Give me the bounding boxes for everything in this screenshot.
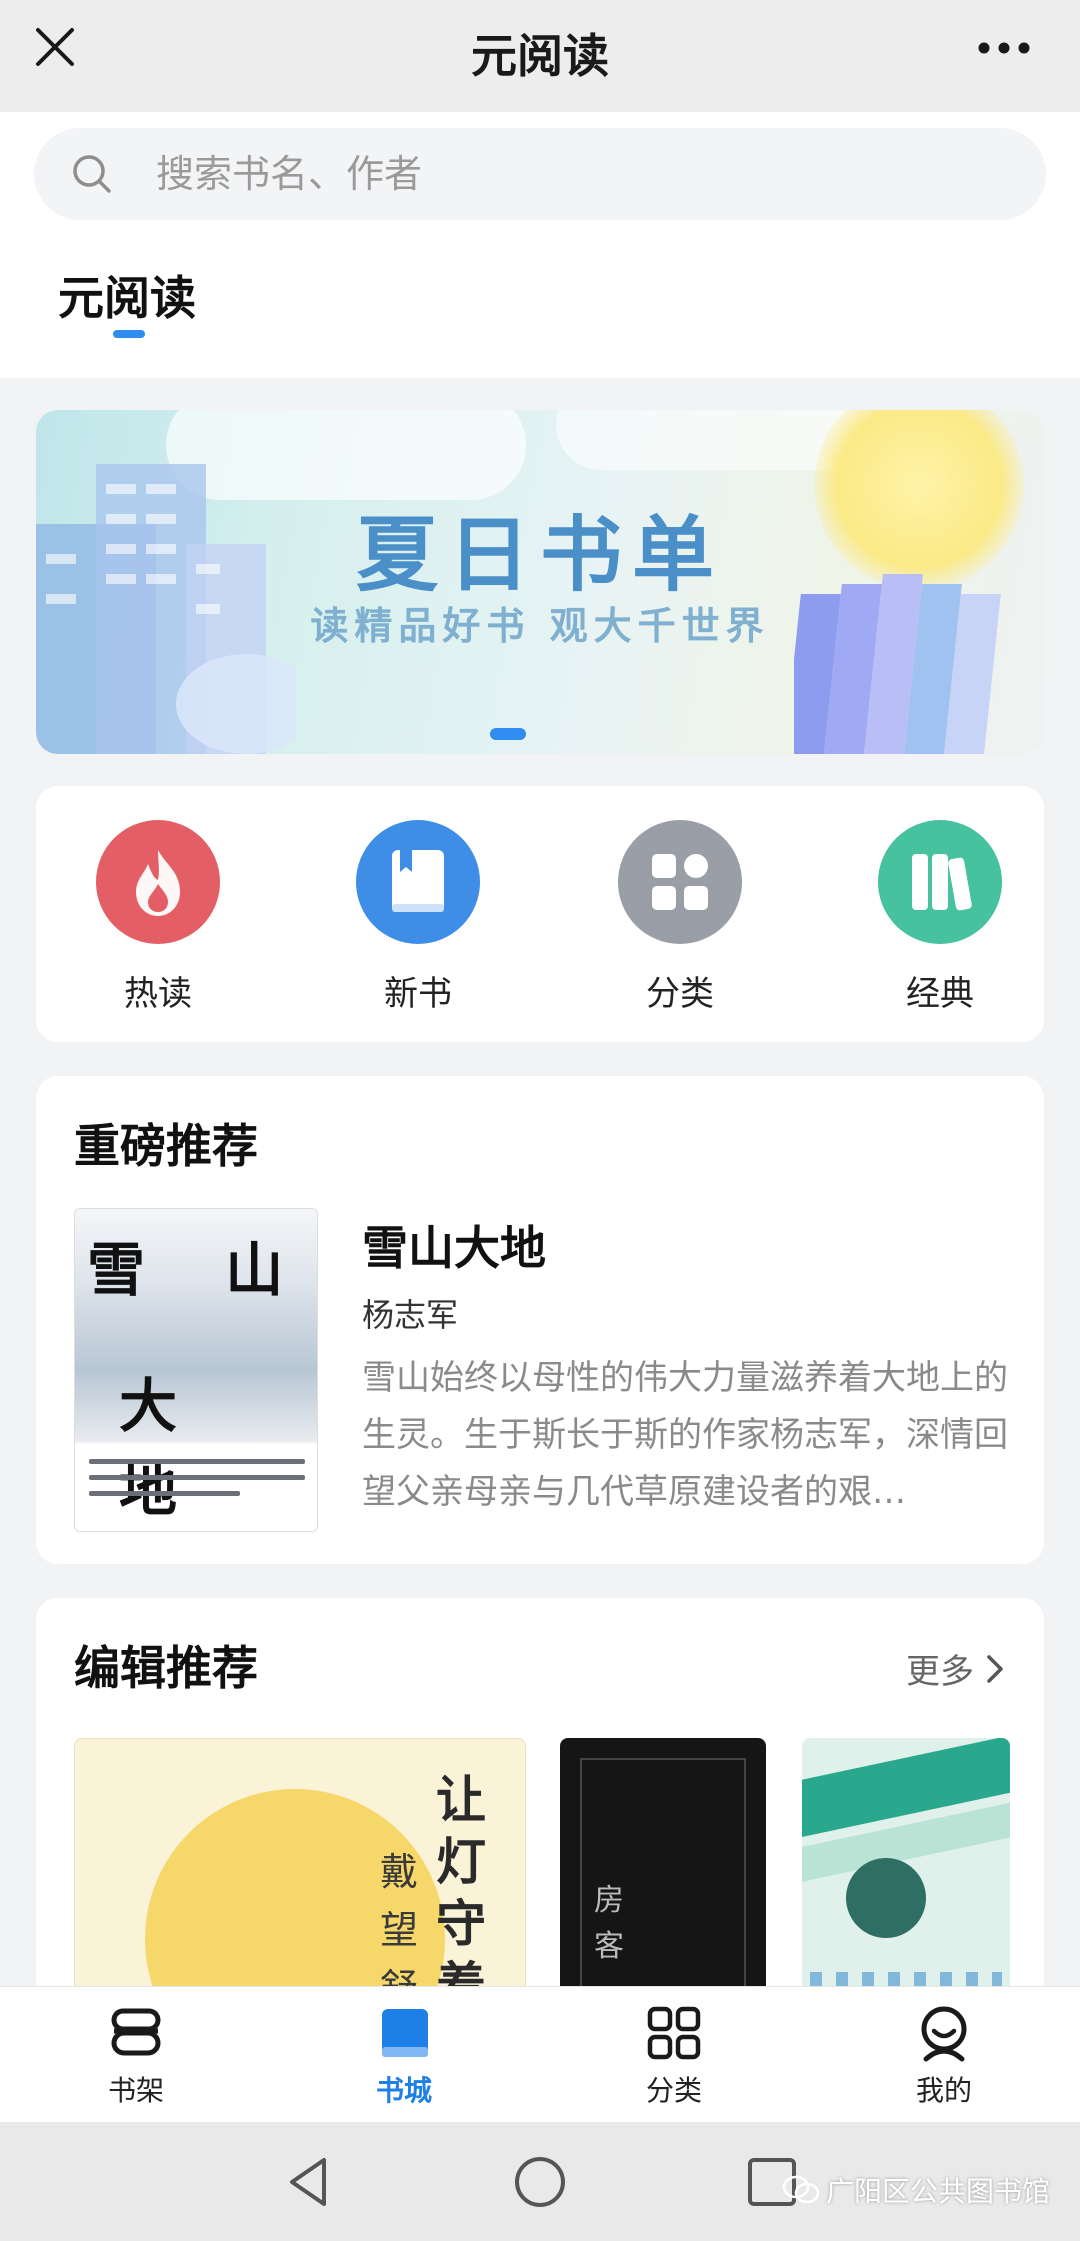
watermark: 广阳区公共图书馆 (782, 2170, 1050, 2210)
section-title: 重磅推荐 (74, 1119, 258, 1173)
search-input[interactable] (156, 128, 1016, 220)
more-label: 更多 (906, 1652, 974, 1692)
book-cover[interactable] (802, 1738, 1010, 2018)
editor-picks-section: 编辑推荐 更多 让灯守着 戴望舒 房客 (36, 1598, 1044, 2018)
page-title: 元阅读 (471, 29, 609, 83)
cover-title: 房客 (594, 1883, 624, 1964)
tab-category[interactable]: 分类 (614, 2003, 734, 2109)
cover-leaf-decoration (846, 1858, 926, 1938)
cover-title-top: 雪 山 (87, 1236, 314, 1304)
search-bar[interactable] (34, 128, 1046, 220)
back-icon[interactable] (280, 2152, 340, 2212)
category-grid-icon (647, 2006, 701, 2060)
quick-entry-category[interactable]: 分类 (610, 820, 750, 1015)
book-cover[interactable]: 房客 (560, 1738, 766, 2018)
cover-text-lines (89, 1459, 305, 1507)
tab-bookstore[interactable]: 书城 (344, 2003, 464, 2109)
more-link[interactable]: 更多 (906, 1644, 1004, 1693)
book-cover[interactable]: 让灯守着 戴望舒 (74, 1738, 526, 2018)
quick-entry-classic[interactable]: 经典 (870, 820, 1010, 1015)
quick-entry-label: 分类 (646, 974, 714, 1014)
quick-entry-label: 热读 (124, 974, 192, 1014)
banner-dot-active (490, 728, 526, 740)
title-bar: 元阅读 (0, 0, 1080, 112)
featured-section: 重磅推荐 雪 山 大 地 雪山大地 杨志军 雪山始终以母性的伟大力量滋养着大地上… (36, 1076, 1044, 1564)
banner-pagination (490, 728, 526, 740)
watermark-text: 广阳区公共图书馆 (825, 2175, 1050, 2208)
book-icon (356, 820, 480, 944)
more-options-icon[interactable] (976, 40, 1032, 56)
home-icon[interactable] (510, 2152, 570, 2212)
grid-icon (618, 820, 742, 944)
tab-label: 我的 (915, 2074, 972, 2107)
quick-entry-label: 新书 (384, 974, 452, 1014)
tab-yuanyuedu[interactable]: 元阅读 (58, 262, 196, 328)
book-author: 杨志军 (362, 1296, 459, 1334)
chevron-right-icon (987, 1654, 1003, 1683)
book-description: 雪山始终以母性的伟大力量滋养着大地上的生灵。生于斯长于斯的作家杨志军，深情回望父… (362, 1358, 1008, 1512)
wechat-icon (782, 2175, 820, 2204)
books-shelf-icon (878, 820, 1002, 944)
quick-entry-new[interactable]: 新书 (348, 820, 488, 1015)
quick-entry-label: 经典 (906, 974, 974, 1014)
tab-label: 分类 (645, 2074, 702, 2107)
tab-label: 书架 (107, 2074, 164, 2107)
tab-active-indicator (113, 330, 145, 338)
banner-headline: 夏日书单 (355, 507, 724, 603)
section-title: 编辑推荐 (74, 1641, 258, 1695)
promo-banner[interactable]: 夏日书单 读精品好书 观大千世界 (36, 410, 1044, 754)
tab-profile[interactable]: 我的 (884, 2003, 1004, 2109)
book-title[interactable]: 雪山大地 (362, 1212, 546, 1278)
book-cover[interactable]: 雪 山 大 地 (74, 1208, 318, 1532)
cover-title: 让灯守着 (436, 1770, 486, 2015)
quick-entry-card: 热读 新书 分类 经典 (36, 786, 1044, 1042)
quick-entry-hot[interactable]: 热读 (88, 820, 228, 1015)
tab-bookshelf[interactable]: 书架 (76, 2003, 196, 2109)
system-nav-bar: 广阳区公共图书馆 (0, 2122, 1080, 2241)
bookshelf-icon (111, 2008, 161, 2056)
profile-icon (921, 2006, 967, 2062)
tab-label: 书城 (375, 2074, 432, 2107)
search-icon (73, 155, 111, 193)
flame-icon (96, 820, 220, 944)
bookstore-icon (382, 2009, 428, 2057)
bottom-tab-bar: 书架 书城 分类 我的 (0, 1986, 1080, 2122)
banner-subline: 读精品好书 观大千世界 (310, 603, 770, 648)
